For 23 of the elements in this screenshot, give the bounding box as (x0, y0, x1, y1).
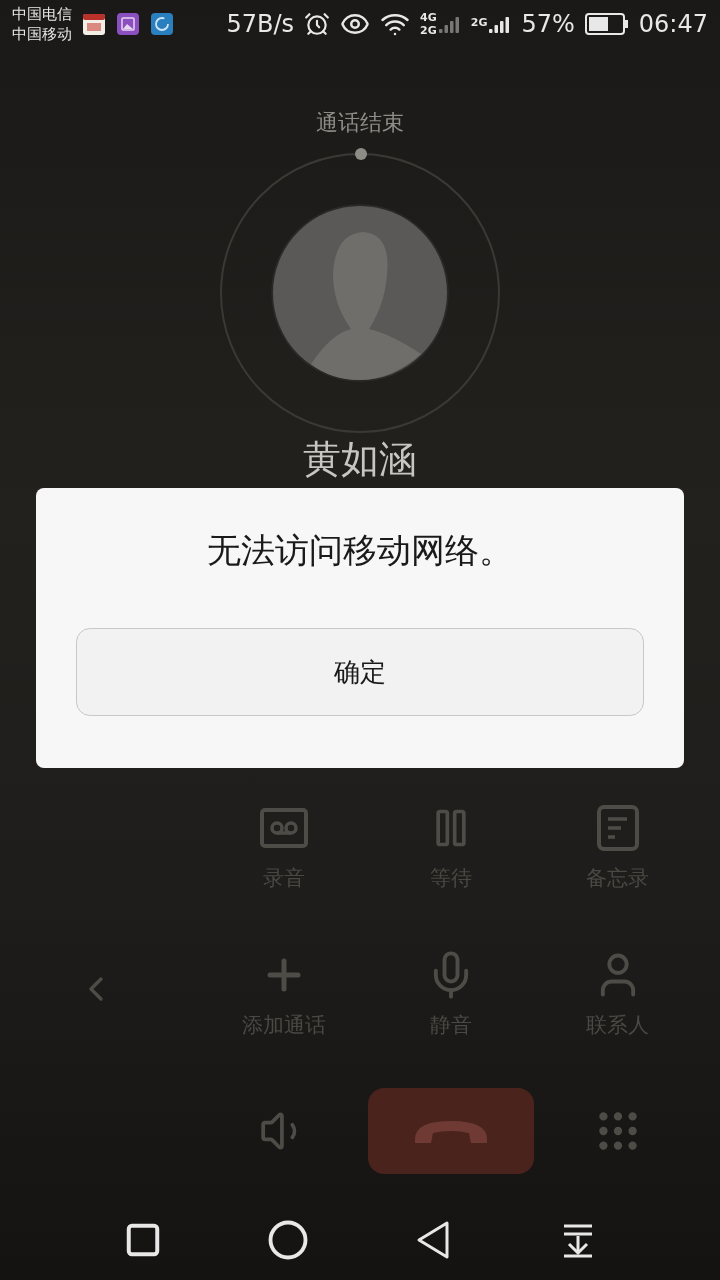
contact-name: 黄如涵 (303, 437, 417, 481)
signal-icon (438, 15, 461, 33)
carrier-name: 中国电信 (12, 4, 72, 24)
clock-time: 06:47 (638, 9, 708, 40)
battery-percent: 57% (521, 9, 575, 40)
note-icon (596, 805, 639, 851)
signal-icon (489, 15, 512, 33)
network-type: 2G (470, 15, 488, 31)
home-button[interactable] (266, 1219, 309, 1261)
network-type: 4G (420, 11, 437, 24)
network-type: 2G (420, 24, 437, 37)
confirm-button[interactable]: 确定 (76, 628, 644, 716)
sync-app-icon (150, 12, 174, 36)
gallery-app-icon (116, 12, 140, 36)
cassette-icon (259, 808, 308, 848)
carrier-name: 中国移动 (12, 24, 72, 44)
calendar-app-icon (82, 12, 106, 36)
circle-icon (266, 1219, 309, 1261)
network-speed: 57B/s (226, 9, 295, 40)
call-status: 通话结束 (316, 112, 404, 134)
dialog-message: 无法访问移动网络。 (207, 529, 513, 572)
battery-icon (584, 13, 629, 35)
alarm-icon (304, 11, 331, 37)
